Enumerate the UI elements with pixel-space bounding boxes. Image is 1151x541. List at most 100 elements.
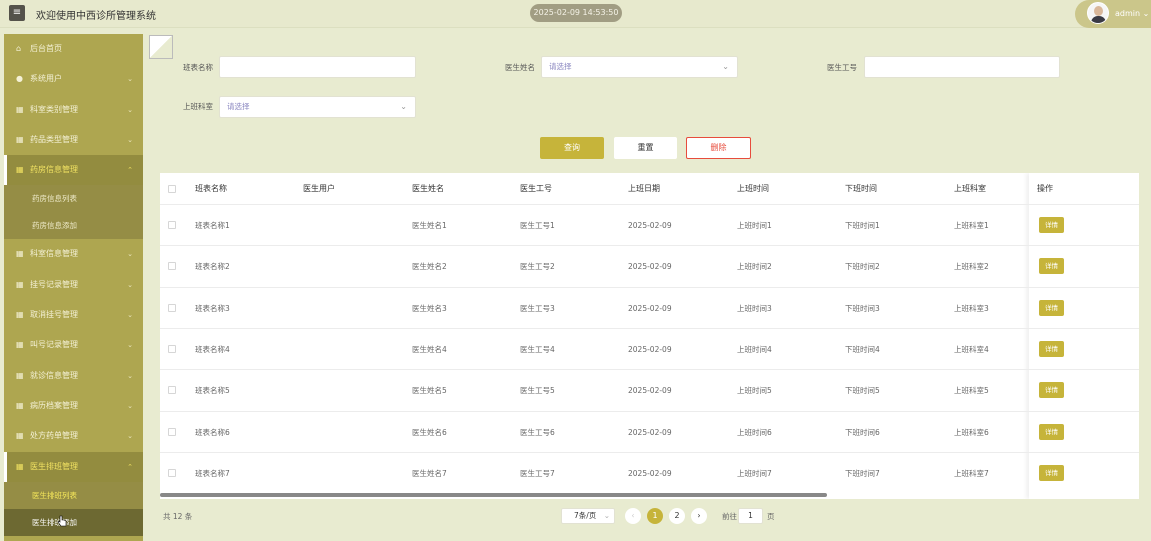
- column-header[interactable]: 班表名称: [195, 173, 227, 204]
- chevron-down-icon: ⌄: [127, 250, 133, 259]
- table-cell: 下班时间1: [845, 221, 880, 230]
- grid-icon: ▦: [16, 249, 24, 259]
- dept-select[interactable]: 请选择 ⌄: [219, 96, 416, 118]
- doctor-id-label: 医生工号: [827, 63, 857, 72]
- row-checkbox[interactable]: [168, 303, 176, 312]
- table-cell: 上班科室5: [954, 386, 989, 396]
- column-header[interactable]: 上班科室: [954, 173, 986, 204]
- table-cell: 上班时间4: [737, 344, 772, 354]
- hand-cursor-icon: [57, 515, 67, 527]
- hamburger-icon[interactable]: ≡: [9, 5, 25, 21]
- sidebar-item-system-users[interactable]: ● 系统用户 ⌄: [4, 64, 143, 94]
- sidebar-subitem-pharmacy-list[interactable]: 药房信息列表: [4, 185, 143, 212]
- sidebar-item-drug-type[interactable]: ▦ 药品类型管理 ⌄: [4, 125, 143, 155]
- table-cell: 上班时间7: [737, 468, 772, 478]
- sidebar-item-cancel-registration[interactable]: ▦ 取消挂号管理 ⌄: [4, 300, 143, 330]
- sidebar-item-consultation[interactable]: ▦ 就诊信息管理 ⌄: [4, 361, 143, 391]
- sidebar-item-medical-record[interactable]: ▦ 病历档案管理 ⌄: [4, 391, 143, 421]
- row-checkbox[interactable]: [168, 344, 176, 353]
- column-header[interactable]: 医生姓名: [412, 173, 444, 204]
- detail-button[interactable]: 详情: [1039, 464, 1064, 481]
- sidebar-item-dept-info[interactable]: ▦ 科室信息管理 ⌄: [4, 239, 143, 269]
- sidebar-item-prescription[interactable]: ▦ 处方药单管理 ⌄: [4, 421, 143, 451]
- delete-button[interactable]: 删除: [686, 137, 751, 159]
- column-header[interactable]: 下班时间: [845, 173, 877, 204]
- table-cell: 医生姓名6: [412, 427, 447, 437]
- column-header[interactable]: 上班时间: [737, 173, 769, 204]
- row-checkbox[interactable]: [168, 386, 176, 395]
- sidebar-subitem-schedule-add[interactable]: 医生排班添加: [4, 508, 143, 536]
- table-cell: 上班时间5: [737, 386, 772, 396]
- table-row[interactable]: 班表名称5 医生姓名5 医生工号5 2025-02-09 上班时间5 下班时间5 上班科室5…: [160, 369, 1139, 410]
- table-cell: 医生工号3: [520, 303, 555, 313]
- column-header[interactable]: 医生用户: [303, 173, 335, 204]
- goto-page-input[interactable]: 1: [738, 508, 763, 524]
- table-cell: 2025-02-09: [628, 344, 672, 354]
- detail-button[interactable]: 详情: [1039, 423, 1064, 440]
- table-cell: 上班科室1: [954, 221, 989, 230]
- chevron-down-icon: ⌄: [127, 432, 133, 441]
- table-row[interactable]: 班表名称1 医生姓名1 医生工号1 2025-02-09 上班时间1 下班时间1 上班科室1…: [160, 204, 1139, 245]
- column-header[interactable]: 医生工号: [520, 173, 552, 204]
- select-all-checkbox[interactable]: [168, 185, 176, 193]
- detail-button[interactable]: 详情: [1039, 258, 1064, 275]
- row-checkbox[interactable]: [168, 427, 176, 436]
- page-1-button[interactable]: 1: [647, 508, 663, 524]
- table-cell: 2025-02-09: [628, 303, 672, 313]
- prev-page-button[interactable]: ‹: [625, 508, 641, 524]
- table-cell: 上班科室6: [954, 427, 989, 437]
- table-cell: 班表名称4: [195, 344, 230, 354]
- sidebar-item-registration[interactable]: ▦ 挂号记录管理 ⌄: [4, 270, 143, 300]
- page-2-button[interactable]: 2: [669, 508, 685, 524]
- goto-label: 前往: [722, 512, 737, 521]
- row-checkbox[interactable]: [168, 262, 176, 271]
- sidebar-item-doctor-schedule[interactable]: ▦ 医生排班管理 ⌃: [4, 451, 143, 482]
- table-row[interactable]: 班表名称3 医生姓名3 医生工号3 2025-02-09 上班时间3 下班时间3 上班科室3…: [160, 286, 1139, 328]
- table-cell: 下班时间5: [845, 386, 880, 396]
- doctor-name-select[interactable]: 请选择 ⌄: [541, 56, 738, 78]
- sidebar-item-call-record[interactable]: ▦ 叫号记录管理 ⌄: [4, 330, 143, 360]
- user-menu[interactable]: admin ⌄: [1075, 0, 1151, 28]
- user-name[interactable]: admin ⌄: [1115, 9, 1149, 18]
- column-header: 操作: [1037, 184, 1053, 193]
- table-cell: 班表名称5: [195, 386, 230, 396]
- grid-icon: ▦: [16, 461, 24, 471]
- table-row[interactable]: 班表名称7 医生姓名7 医生工号7 2025-02-09 上班时间7 下班时间7 上班科室7…: [160, 451, 1139, 493]
- sidebar-subitem-schedule-list[interactable]: 医生排班列表: [4, 482, 143, 509]
- row-checkbox[interactable]: [168, 221, 176, 229]
- avatar[interactable]: [1087, 2, 1109, 24]
- sidebar-item-dept-category[interactable]: ▦ 科室类别管理 ⌄: [4, 95, 143, 125]
- table-cell: 医生工号7: [520, 468, 555, 478]
- doctor-id-input[interactable]: [864, 56, 1060, 78]
- sidebar-item-home[interactable]: ⌂ 后台首页: [4, 34, 143, 64]
- table-cell: 医生工号4: [520, 344, 555, 354]
- table-row[interactable]: 班表名称4 医生姓名4 医生工号4 2025-02-09 上班时间4 下班时间4 上班科室4…: [160, 327, 1139, 369]
- search-button[interactable]: 查询: [540, 137, 604, 159]
- chevron-down-icon: ⌄: [127, 401, 133, 410]
- horizontal-scrollbar[interactable]: [160, 493, 827, 497]
- goto-suffix: 页: [767, 512, 775, 521]
- sidebar: ⌂ 后台首页 ● 系统用户 ⌄ ▦ 科室类别管理 ⌄ ▦ 药品类型管理 ⌄ ▦ 药房信息管理 ⌃ …: [4, 34, 143, 541]
- grid-icon: ▦: [16, 165, 24, 175]
- sidebar-item-pharmacy[interactable]: ▦ 药房信息管理 ⌃: [4, 155, 143, 186]
- table-row[interactable]: 班表名称2 医生姓名2 医生工号2 2025-02-09 上班时间2 下班时间2 上班科室2…: [160, 245, 1139, 286]
- shift-name-input[interactable]: [219, 56, 416, 78]
- next-page-button[interactable]: ›: [691, 508, 707, 524]
- chevron-down-icon: ⌄: [127, 371, 133, 380]
- row-checkbox[interactable]: [168, 468, 176, 477]
- detail-button[interactable]: 详情: [1039, 299, 1064, 316]
- table-cell: 2025-02-09: [628, 386, 672, 396]
- chevron-down-icon: ⌄: [127, 135, 133, 144]
- table-cell: 2025-02-09: [628, 221, 672, 230]
- detail-button[interactable]: 详情: [1039, 382, 1064, 399]
- detail-button[interactable]: 详情: [1039, 217, 1064, 233]
- chevron-down-icon: ⌄: [127, 75, 133, 84]
- sidebar-subitem-pharmacy-add[interactable]: 药房信息添加: [4, 212, 143, 239]
- table-cell: 2025-02-09: [628, 262, 672, 272]
- reset-button[interactable]: 重置: [614, 137, 677, 159]
- column-header[interactable]: 上班日期: [628, 173, 660, 204]
- page-size-select[interactable]: 7条/页 ⌄: [561, 508, 615, 524]
- detail-button[interactable]: 详情: [1039, 340, 1064, 357]
- table-cell: 下班时间3: [845, 303, 880, 313]
- table-row[interactable]: 班表名称6 医生姓名6 医生工号6 2025-02-09 上班时间6 下班时间6 上班科室6…: [160, 410, 1139, 452]
